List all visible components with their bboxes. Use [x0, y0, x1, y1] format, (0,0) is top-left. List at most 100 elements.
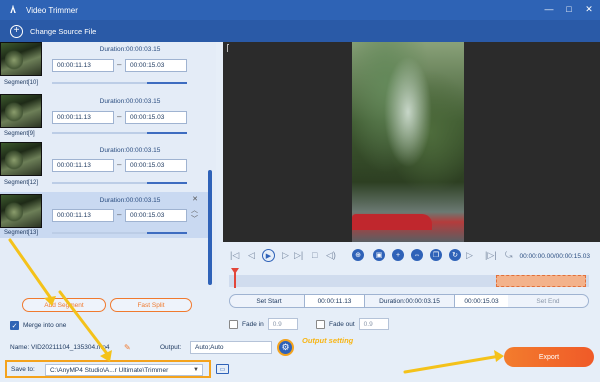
segment-end-field[interactable]: 00:00:15.03: [125, 59, 187, 72]
edit-name-icon[interactable]: ✎: [124, 343, 131, 352]
segment-label: Segment[12]: [4, 180, 39, 186]
fade-in-checkbox[interactable]: [229, 319, 238, 329]
name-label: Name:: [10, 344, 30, 351]
segment-progress: [52, 82, 187, 84]
segment-end-field[interactable]: 00:00:15.03: [125, 209, 187, 222]
play-button[interactable]: ▶: [262, 249, 275, 262]
segment-duration: Duration:00:00:03.15: [99, 98, 161, 105]
fade-out-checkbox[interactable]: [316, 319, 325, 329]
segment-label: Segment[13]: [4, 230, 39, 236]
fade-in-value[interactable]: 0.9: [267, 318, 298, 330]
rotate-icon[interactable]: ↻: [449, 249, 461, 261]
plus-icon: +: [10, 24, 23, 38]
segment-start-field[interactable]: 00:00:11.13: [52, 111, 114, 124]
merge-checkbox[interactable]: ✓: [10, 321, 19, 330]
close-button[interactable]: ✕: [582, 2, 596, 16]
fade-in-option[interactable]: Fade in 0.9: [229, 318, 298, 330]
fast-split-button[interactable]: Fast Split: [110, 298, 192, 312]
segment-thumbnail: [0, 142, 42, 176]
folder-icon[interactable]: ▭: [216, 364, 229, 374]
video-frame: [352, 42, 464, 242]
change-source-bar[interactable]: + Change Source File: [0, 20, 600, 42]
minimize-button[interactable]: —: [542, 2, 556, 16]
segment-start-field[interactable]: 00:00:11.13: [52, 159, 114, 172]
segment-item-selected[interactable]: Segment[13] Duration:00:00:03.15 00:00:1…: [0, 192, 208, 238]
segment-thumbnail: [0, 194, 42, 228]
maximize-button[interactable]: □: [562, 2, 576, 16]
segment-start-field[interactable]: 00:00:11.13: [52, 59, 114, 72]
set-end-button[interactable]: Set End: [508, 295, 588, 307]
segment-thumbnail: [0, 94, 42, 128]
snapshot-icon[interactable]: ▣: [373, 249, 385, 261]
name-value: VID20211104_135304.mp4: [30, 344, 110, 351]
divider: [220, 42, 223, 242]
output-field: Auto;Auto: [190, 341, 272, 354]
segment-label: Segment[9]: [4, 131, 35, 137]
loop-icon[interactable]: ⤿: [505, 250, 513, 261]
separator: –: [117, 60, 122, 69]
segment-list: Segment[10] Duration:00:00:03.15 00:00:1…: [0, 42, 216, 290]
playhead-marker[interactable]: [231, 268, 239, 288]
segment-progress: [52, 232, 187, 234]
delete-segment-icon[interactable]: ✕: [192, 195, 198, 203]
fade-out-option[interactable]: Fade out 0.9: [316, 318, 389, 330]
segment-thumbnail: [0, 42, 42, 76]
app-title: Video Trimmer: [26, 5, 78, 15]
add-segment-button[interactable]: Add Segment: [22, 298, 106, 312]
set-start-button[interactable]: Set Start: [234, 295, 304, 307]
forward-icon[interactable]: ▷: [466, 250, 473, 261]
segment-item[interactable]: Segment[9] Duration:00:00:03.15 00:00:11…: [0, 94, 208, 144]
save-to-row: Save to: C:\AnyMP4 Studio\A...r Ultimate…: [5, 360, 211, 378]
timeline-selection[interactable]: [496, 275, 586, 287]
logo-icon: ʌ̊: [10, 4, 16, 16]
previous-frame-icon[interactable]: ◁: [248, 250, 255, 261]
go-end-icon[interactable]: ▷|: [294, 250, 303, 261]
segment-end-field[interactable]: 00:00:15.03: [125, 159, 187, 172]
segment-item[interactable]: Segment[12] Duration:00:00:03.15 00:00:1…: [0, 142, 208, 192]
video-car: [352, 214, 432, 230]
merge-option[interactable]: ✓ Merge into one: [10, 321, 66, 330]
trim-row: Set Start 00:00:11.13 Duration:00:00:03.…: [229, 294, 589, 308]
separator: –: [117, 210, 122, 219]
separator: –: [117, 112, 122, 121]
timeline-track[interactable]: [229, 275, 589, 287]
trim-duration: Duration:00:00:03.15: [364, 295, 454, 307]
export-button[interactable]: Export: [504, 347, 594, 367]
segment-duration: Duration:00:00:03.15: [99, 147, 161, 154]
segment-duration: Duration:00:00:03.15: [99, 46, 161, 53]
move-down-icon[interactable]: ﹀: [191, 214, 198, 224]
output-label: Output:: [160, 344, 182, 351]
next-frame-icon[interactable]: ▷: [282, 250, 289, 261]
segment-progress: [52, 132, 187, 134]
stop-icon[interactable]: □: [312, 250, 317, 260]
gear-icon[interactable]: ⚙: [277, 339, 294, 356]
merge-label: Merge into one: [23, 322, 67, 329]
segment-end-field[interactable]: 00:00:15.03: [125, 111, 187, 124]
timecode: 00:00:00.00/00:00:15.03: [519, 253, 590, 260]
fade-out-value[interactable]: 0.9: [358, 318, 389, 330]
volume-icon[interactable]: ◁): [326, 250, 336, 261]
segment-start-field[interactable]: 00:00:11.13: [52, 209, 114, 222]
go-start-icon[interactable]: |◁: [230, 250, 239, 261]
split-icon[interactable]: ⇔: [411, 249, 423, 261]
segment-duration: Duration:00:00:03.15: [99, 197, 161, 204]
trim-end-field[interactable]: 00:00:15.03: [454, 295, 508, 307]
add-icon[interactable]: +: [392, 249, 404, 261]
separator: –: [117, 160, 122, 169]
change-source-label: Change Source File: [30, 26, 97, 36]
segment-label: Segment[10]: [4, 80, 39, 86]
segment-item[interactable]: Segment[10] Duration:00:00:03.15 00:00:1…: [0, 42, 208, 92]
segment-list-scrollbar[interactable]: [208, 170, 212, 285]
copy-icon[interactable]: ❐: [430, 249, 442, 261]
save-path-value: C:\AnyMP4 Studio\A...r Ultimate\Trimmer: [50, 366, 169, 374]
video-preview: [220, 42, 600, 242]
arrowhead: [494, 350, 504, 362]
preview-clip-icon[interactable]: |▷|: [485, 250, 497, 261]
save-path-select[interactable]: C:\AnyMP4 Studio\A...r Ultimate\Trimmer …: [45, 364, 203, 376]
segment-progress: [52, 182, 187, 184]
fade-out-label: Fade out: [329, 320, 355, 328]
clip-icon[interactable]: ⊕: [352, 249, 364, 261]
chevron-down-icon: ▼: [193, 367, 199, 373]
output-setting-annotation: Output setting: [302, 336, 354, 345]
trim-start-field[interactable]: 00:00:11.13: [304, 295, 364, 307]
